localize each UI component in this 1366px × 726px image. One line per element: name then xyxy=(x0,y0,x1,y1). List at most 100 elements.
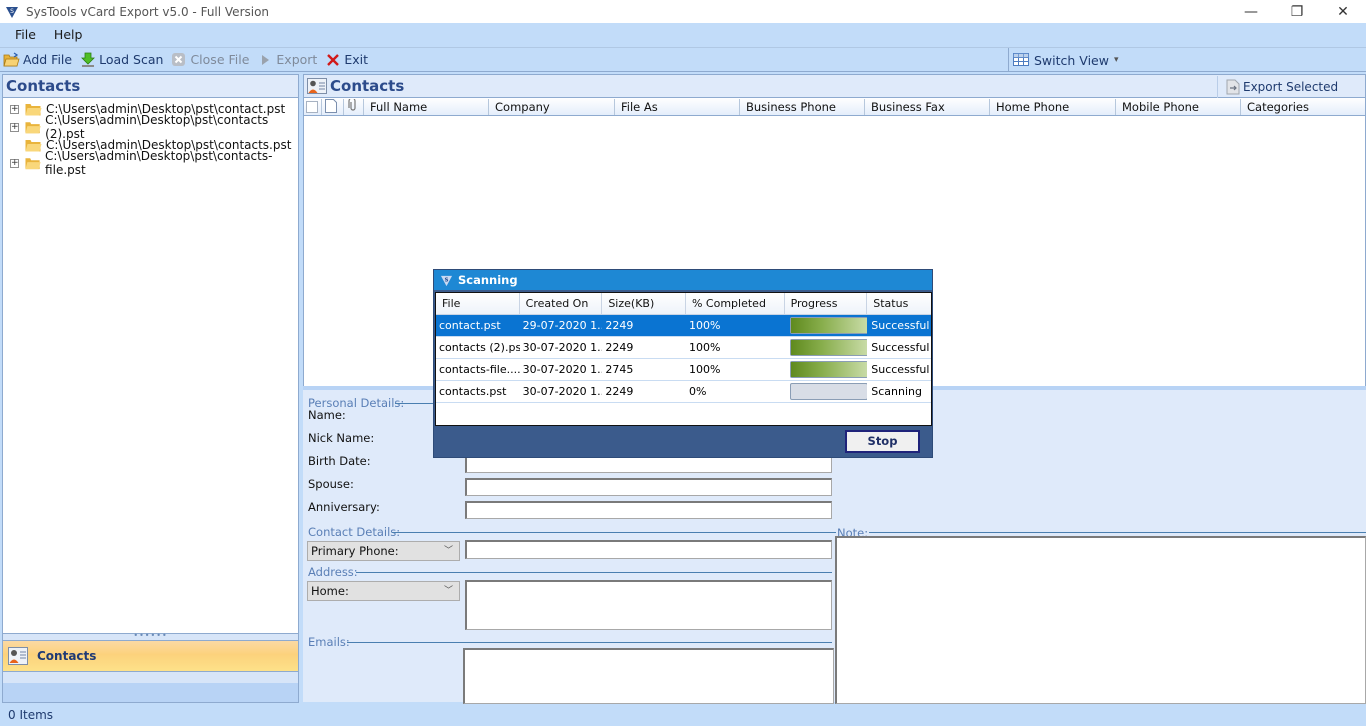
folder-panel: Contacts + C:\Users\admin\Desktop\pst\co… xyxy=(0,74,300,703)
column-mobile-phone[interactable]: Mobile Phone xyxy=(1116,98,1241,115)
column-file-as[interactable]: File As xyxy=(615,98,740,115)
anniversary-field[interactable] xyxy=(465,501,832,519)
scan-size-cell: 2249 xyxy=(605,319,634,332)
scan-progress-cell xyxy=(785,361,868,378)
expand-icon[interactable]: + xyxy=(10,158,19,168)
close-window-button[interactable]: ✕ xyxy=(1320,0,1366,23)
spouse-field[interactable] xyxy=(465,478,832,496)
scan-table-row[interactable]: contacts (2).pst 30-07-2020 1... 2249 100% S… xyxy=(436,337,931,359)
status-bar: 0 Items xyxy=(0,704,1366,726)
scan-size-cell: 2745 xyxy=(605,363,634,376)
column-full-name[interactable]: Full Name xyxy=(364,98,489,115)
progress-bar xyxy=(789,361,868,378)
column-size[interactable]: Size(KB) xyxy=(602,293,686,314)
scan-file-cell: contacts-file.... xyxy=(439,363,520,376)
name-label: Name: xyxy=(308,408,346,422)
expand-icon[interactable]: + xyxy=(10,122,19,132)
switch-view-button[interactable]: Switch View ▾ xyxy=(1008,48,1119,72)
export-label: Export xyxy=(276,52,318,67)
menu-help[interactable]: Help xyxy=(45,27,92,42)
close-file-label: Close File xyxy=(190,52,250,67)
scan-table: File Created On Size(KB) % Completed Pro… xyxy=(435,292,932,426)
window-title: SysTools vCard Export v5.0 - Full Versio… xyxy=(26,4,270,19)
minimize-button[interactable]: — xyxy=(1228,0,1274,23)
app-logo-icon: S xyxy=(4,4,20,20)
dialog-title: Scanning xyxy=(458,273,518,287)
scan-size-cell: 2249 xyxy=(605,385,634,398)
column-business-phone[interactable]: Business Phone xyxy=(740,98,865,115)
chevron-down-icon: ﹀ xyxy=(443,586,453,596)
contact-details-group: Contact Details: xyxy=(308,525,401,539)
primary-phone-select[interactable]: Primary Phone: ﹀ xyxy=(307,541,460,561)
menu-file[interactable]: File xyxy=(6,27,45,42)
column-categories[interactable]: Categories xyxy=(1241,99,1363,115)
expand-icon[interactable]: + xyxy=(10,104,19,114)
folder-icon xyxy=(25,103,42,115)
tree-item-label: C:\Users\admin\Desktop\pst\contacts-file… xyxy=(45,149,273,177)
scan-progress-cell xyxy=(785,339,868,356)
address-group: Address: xyxy=(308,565,358,579)
download-arrow-icon xyxy=(79,52,96,68)
address-type-select[interactable]: Home: ﹀ xyxy=(307,581,460,601)
column-status[interactable]: Status xyxy=(867,293,931,314)
play-arrow-icon xyxy=(256,52,273,68)
column-created-on[interactable]: Created On xyxy=(520,293,603,314)
scan-table-row[interactable]: contact.pst 29-07-2020 1... 2249 100% Succes… xyxy=(436,315,931,337)
folder-icon xyxy=(25,157,41,169)
chevron-down-icon: ﹀ xyxy=(443,546,453,556)
nav-contacts-button[interactable]: Contacts xyxy=(2,640,299,672)
close-file-icon xyxy=(170,52,187,68)
anniversary-label: Anniversary: xyxy=(308,500,380,514)
dialog-title-bar[interactable]: S Scanning xyxy=(434,270,932,290)
select-all-checkbox[interactable] xyxy=(304,98,322,115)
progress-bar xyxy=(789,339,868,356)
progress-bar-fill xyxy=(790,362,867,377)
birth-date-label: Birth Date: xyxy=(308,454,371,468)
column-percent-completed[interactable]: % Completed xyxy=(686,293,785,314)
tree-item[interactable]: + C:\Users\admin\Desktop\pst\contacts-fi… xyxy=(3,149,298,177)
scan-status-cell: Scanning xyxy=(871,385,922,398)
export-button[interactable]: Export xyxy=(253,49,321,71)
export-selected-label: Export Selected xyxy=(1243,80,1339,94)
phone-field[interactable] xyxy=(465,540,832,559)
scan-progress-cell xyxy=(785,317,868,334)
folder-tree: + C:\Users\admin\Desktop\pst\contact.pst… xyxy=(2,98,299,634)
scan-created-cell: 29-07-2020 1... xyxy=(522,319,603,332)
scan-progress-cell xyxy=(785,383,868,400)
scan-percent-cell: 100% xyxy=(688,319,721,332)
column-company[interactable]: Company xyxy=(489,98,615,115)
exit-button[interactable]: Exit xyxy=(321,49,372,71)
dropdown-arrow-icon: ▾ xyxy=(1113,55,1119,65)
exit-label: Exit xyxy=(344,52,368,67)
scan-percent-cell: 0% xyxy=(688,385,707,398)
export-selected-button[interactable]: Export Selected xyxy=(1217,76,1364,98)
scan-size-cell: 2249 xyxy=(605,341,634,354)
close-file-button[interactable]: Close File xyxy=(167,49,253,71)
emails-field[interactable] xyxy=(463,648,834,704)
scanning-dialog: S Scanning File Created On Size(KB) % Co… xyxy=(433,269,933,458)
nick-name-label: Nick Name: xyxy=(308,431,375,445)
column-business-fax[interactable]: Business Fax xyxy=(865,98,990,115)
add-file-button[interactable]: Add File xyxy=(0,49,76,71)
switch-view-label: Switch View xyxy=(1034,52,1109,68)
folder-icon xyxy=(25,139,42,151)
note-field[interactable] xyxy=(835,536,1366,704)
stop-button[interactable]: Stop xyxy=(845,430,920,453)
column-file[interactable]: File xyxy=(436,293,520,314)
contacts-grid-header: Full Name Company File As Business Phone… xyxy=(303,98,1366,116)
spouse-label: Spouse: xyxy=(308,477,354,491)
column-progress[interactable]: Progress xyxy=(785,293,868,314)
scan-percent-cell: 100% xyxy=(688,363,721,376)
scan-table-row[interactable]: contacts-file.... 30-07-2020 1... 2745 100%… xyxy=(436,359,931,381)
address-field[interactable] xyxy=(465,580,832,630)
restore-button[interactable]: ❐ xyxy=(1274,0,1320,23)
contact-card-icon xyxy=(8,647,28,665)
app-logo-icon: S xyxy=(440,275,453,286)
scan-table-row[interactable]: contacts.pst 30-07-2020 1... 2249 0% Scannin… xyxy=(436,381,931,403)
column-home-phone[interactable]: Home Phone xyxy=(990,98,1116,115)
scan-status-cell: Successful xyxy=(871,341,930,354)
tree-item[interactable]: + C:\Users\admin\Desktop\pst\contacts (2… xyxy=(3,113,298,141)
load-scan-button[interactable]: Load Scan xyxy=(76,49,167,71)
folder-panel-title: Contacts xyxy=(2,74,299,98)
progress-bar-fill xyxy=(790,340,867,355)
